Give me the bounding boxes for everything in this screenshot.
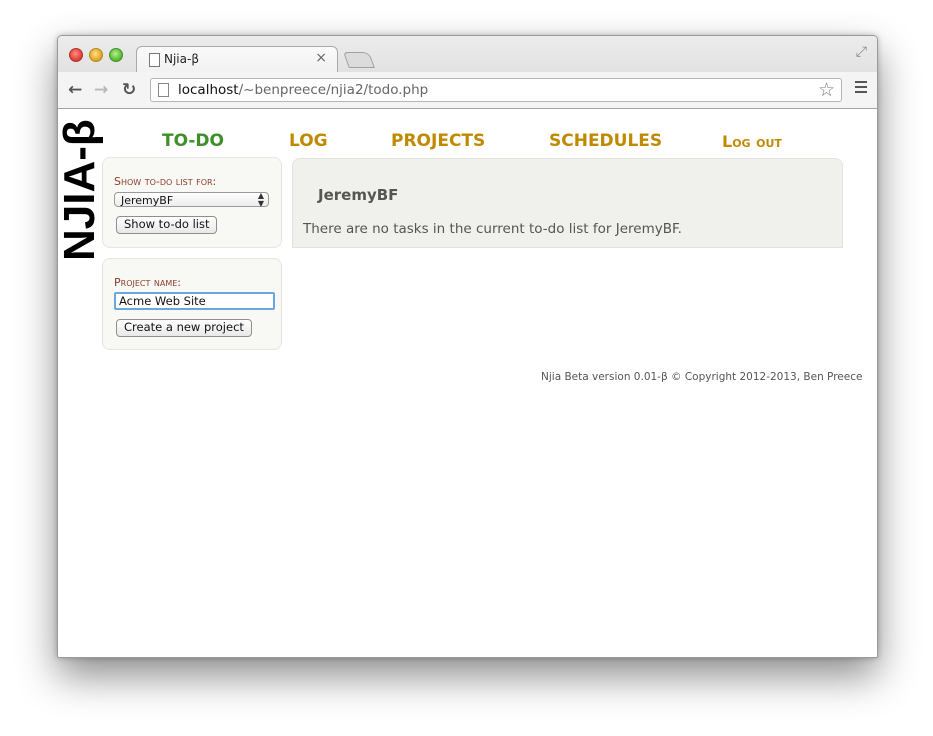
web-page: NJIA-β TO-DO LOG PROJECTS SCHEDULES Log …: [58, 109, 877, 657]
forward-arrow-icon[interactable]: →: [94, 80, 108, 100]
tab-title: Njia-β: [164, 52, 199, 66]
show-todo-button[interactable]: Show to-do list: [116, 216, 218, 234]
todo-filter-panel: Show to-do list for: JeremyBF ▲ ▼ Show to…: [102, 157, 282, 248]
project-name-input[interactable]: Acme Web Site: [114, 292, 275, 310]
url-text: localhost/~benpreece/njia2/todo.php: [178, 82, 429, 98]
todo-filter-label: Show to-do list for:: [114, 175, 217, 188]
todo-user-heading: JeremyBF: [318, 186, 399, 204]
create-project-button[interactable]: Create a new project: [116, 319, 252, 337]
fullscreen-icon[interactable]: ⤢: [856, 44, 867, 60]
empty-todo-message: There are no tasks in the current to-do …: [303, 221, 682, 237]
user-select[interactable]: JeremyBF ▲ ▼: [114, 191, 269, 208]
close-tab-icon[interactable]: ×: [315, 50, 327, 66]
new-tab-button[interactable]: [343, 52, 375, 68]
project-name-label: Project name:: [114, 276, 181, 289]
browser-window: Njia-β × ⤢ ← → ↻ localhost/~benpreece/nj…: [57, 35, 878, 658]
maximize-window-button[interactable]: [109, 48, 123, 62]
browser-toolbar: ← → ↻ localhost/~benpreece/njia2/todo.ph…: [58, 72, 877, 108]
site-logo: NJIA-β: [57, 119, 104, 261]
nav-projects[interactable]: PROJECTS: [391, 131, 485, 151]
close-window-button[interactable]: [69, 48, 83, 62]
page-icon: [158, 83, 169, 97]
nav-todo[interactable]: TO-DO: [162, 131, 224, 151]
browser-chrome: Njia-β × ⤢ ← → ↻ localhost/~benpreece/nj…: [58, 36, 877, 109]
hamburger-menu-icon[interactable]: [855, 81, 867, 96]
nav-schedules[interactable]: SCHEDULES: [549, 131, 662, 151]
select-arrows-icon: ▲ ▼: [257, 191, 264, 208]
page-icon: [149, 53, 160, 67]
browser-tab[interactable]: Njia-β ×: [136, 46, 338, 73]
nav-log[interactable]: LOG: [289, 131, 328, 151]
footer-copyright: Njia Beta version 0.01-β © Copyright 201…: [541, 371, 863, 383]
new-project-panel: Project name: Acme Web Site Create a new…: [102, 258, 282, 350]
todo-content-panel: JeremyBF There are no tasks in the curre…: [292, 158, 843, 248]
minimize-window-button[interactable]: [89, 48, 103, 62]
address-bar[interactable]: localhost/~benpreece/njia2/todo.php ☆: [150, 78, 842, 102]
star-icon[interactable]: ☆: [818, 79, 835, 101]
reload-icon[interactable]: ↻: [122, 80, 136, 100]
back-arrow-icon[interactable]: ←: [68, 80, 82, 100]
nav-logout[interactable]: Log out: [722, 132, 782, 151]
